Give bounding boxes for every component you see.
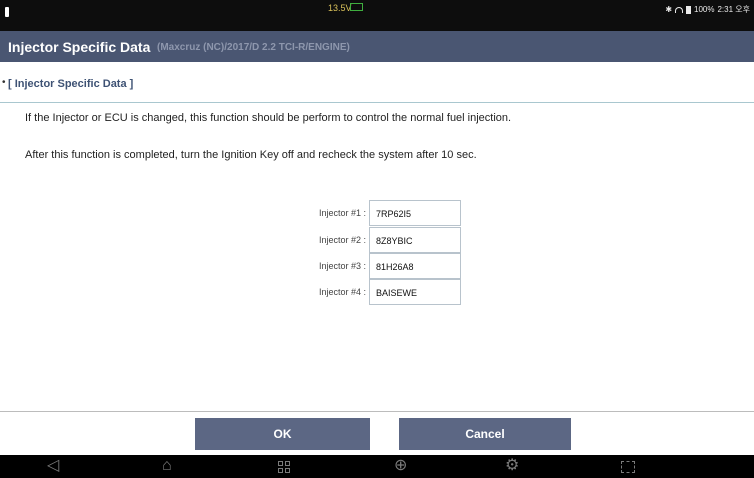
page-title: Injector Specific Data [8, 39, 151, 55]
description-line-2: After this function is completed, turn t… [25, 149, 477, 161]
injector-row-4: Injector #4 : BAISEWE [0, 279, 754, 305]
injector-row-1: Injector #1 : 7RP62I5 [0, 200, 754, 226]
battery-icon [686, 5, 692, 14]
home-icon[interactable]: ⌂ [162, 457, 172, 475]
injector-2-field[interactable]: 8Z8YBIC [369, 227, 461, 253]
injector-label: Injector #1 : [318, 208, 366, 218]
clock: 2:31 오후 [717, 5, 750, 14]
globe-icon[interactable]: ⊕ [394, 457, 407, 475]
screenshot-icon[interactable] [621, 461, 635, 473]
section-header: • [ Injector Specific Data ] [0, 66, 754, 103]
wifi-icon [675, 6, 684, 13]
android-nav-bar: ◁ ⌂ ⊕ ⚙ [0, 455, 754, 478]
bluetooth-icon: ✱ [665, 5, 673, 14]
back-icon[interactable]: ◁ [47, 457, 59, 475]
vehicle-subtitle: (Maxcruz (NC)/2017/D 2.2 TCI-R/ENGINE) [157, 42, 350, 53]
injector-4-field[interactable]: BAISEWE [369, 279, 461, 305]
vehicle-battery-icon [350, 3, 363, 11]
status-bar: 13.5V ✱ 100% 2:31 오후 [0, 0, 754, 31]
description-line-1: If the Injector or ECU is changed, this … [25, 112, 512, 124]
section-title: [ Injector Specific Data ] [8, 78, 134, 90]
status-left-indicator [5, 7, 9, 17]
battery-percent: 100% [694, 5, 715, 14]
voltage-readout: 13.5V [328, 3, 352, 13]
injector-label: Injector #3 : [318, 261, 366, 271]
bullet-icon: • [2, 77, 6, 88]
injector-1-field[interactable]: 7RP62I5 [369, 200, 461, 226]
recent-apps-icon[interactable] [278, 461, 290, 473]
injector-label: Injector #4 : [318, 287, 366, 297]
cancel-button[interactable]: Cancel [399, 418, 571, 450]
injector-row-2: Injector #2 : 8Z8YBIC [0, 227, 754, 253]
ok-button[interactable]: OK [195, 418, 370, 450]
injector-row-3: Injector #3 : 81H26A8 [0, 253, 754, 279]
injector-label: Injector #2 : [318, 235, 366, 245]
title-bar: Injector Specific Data (Maxcruz (NC)/201… [0, 31, 754, 62]
settings-icon[interactable]: ⚙ [505, 457, 519, 475]
status-right: ✱ 100% 2:31 오후 [665, 4, 750, 15]
footer-divider [0, 411, 754, 412]
injector-3-field[interactable]: 81H26A8 [369, 253, 461, 279]
